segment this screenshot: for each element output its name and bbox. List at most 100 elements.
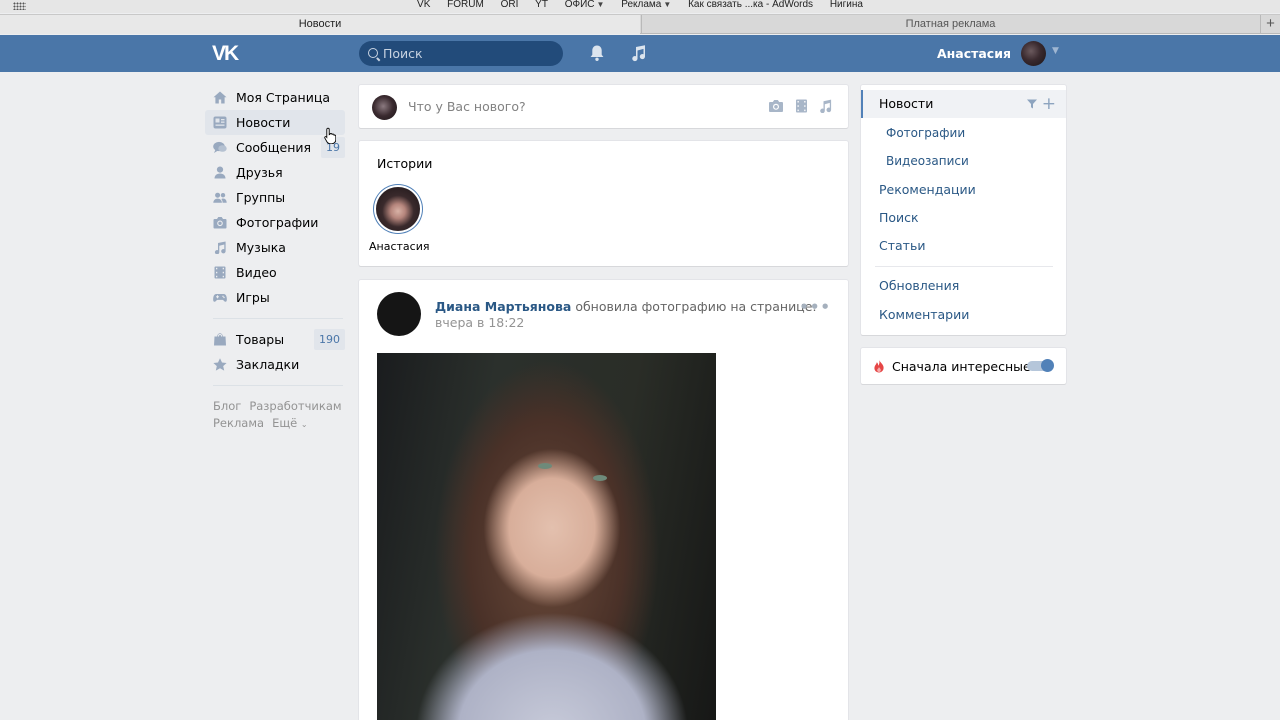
search-input[interactable]: [383, 41, 559, 66]
interesting-first-label: Сначала интересные: [892, 359, 1031, 374]
filter-photos[interactable]: Фотографии: [861, 119, 1066, 147]
browser-tab-paid-ads[interactable]: Платная реклама: [641, 15, 1259, 34]
bookmarks-bar: VK FORUM ORI YT ОФИС ▼ Реклама ▼ Как связа…: [0, 0, 1280, 13]
story-item[interactable]: Анастасия: [369, 187, 430, 253]
sidebar-item-games[interactable]: Игры: [205, 285, 345, 310]
chevron-down-icon: ▼: [663, 0, 672, 9]
hand-cursor-icon: [324, 127, 336, 144]
my-avatar-small: [372, 95, 397, 120]
sidebar-item-friends[interactable]: Друзья: [205, 160, 345, 185]
fire-icon: [874, 359, 884, 373]
camera-icon[interactable]: [768, 99, 784, 113]
sidebar-item-label: Игры: [236, 290, 270, 305]
sidebar-item-music[interactable]: Музыка: [205, 235, 345, 260]
camera-icon: [213, 217, 227, 229]
bookmark-vk[interactable]: VK: [417, 0, 430, 10]
filter-articles[interactable]: Статьи: [861, 232, 1066, 260]
browser-tab-strip: Новости Платная реклама +: [0, 14, 1280, 34]
filter-updates[interactable]: Обновления: [861, 272, 1066, 300]
sidebar-divider: [213, 385, 343, 386]
footer-more-label: Ещё: [272, 416, 298, 430]
video-icon[interactable]: [795, 99, 808, 113]
search-box[interactable]: [359, 41, 563, 66]
vk-logo[interactable]: VK: [212, 43, 242, 64]
post-timestamp[interactable]: вчера в 18:22: [435, 315, 817, 331]
bookmark-ori[interactable]: ORI: [501, 0, 519, 10]
footer-link-more[interactable]: Ещё ⌄: [272, 416, 308, 430]
browser-tab-news[interactable]: Новости: [0, 15, 640, 34]
bookmark-folder-ads[interactable]: Реклама ▼: [621, 0, 671, 10]
sidebar-item-label: Закладки: [236, 357, 300, 372]
search-icon: [368, 48, 378, 58]
sidebar-item-bookmarks[interactable]: Закладки: [205, 352, 345, 377]
new-post-placeholder[interactable]: Что у Вас нового?: [408, 99, 526, 114]
filter-comments[interactable]: Комментарии: [861, 301, 1066, 329]
music-icon: [214, 241, 226, 254]
news-filter-menu: Новости + Фотографии Видеозаписи Рекомен…: [861, 85, 1066, 335]
chevron-down-icon[interactable]: ▼: [1052, 46, 1059, 56]
post-author-avatar[interactable]: [377, 292, 421, 336]
stories-block: Истории Анастасия: [359, 141, 848, 266]
filter-icon[interactable]: [1027, 99, 1037, 109]
post-header: Диана Мартьянова обновила фотографию на …: [435, 299, 817, 331]
new-tab-plus-icon[interactable]: +: [1260, 15, 1280, 34]
add-plus-icon[interactable]: +: [1042, 90, 1056, 118]
sidebar-item-my-page[interactable]: Моя Страница: [205, 85, 345, 110]
user-avatar[interactable]: [1021, 41, 1046, 66]
bookmark-folder-ads-label: Реклама: [621, 0, 662, 10]
home-icon: [213, 91, 227, 104]
bookmark-forum[interactable]: FORUM: [447, 0, 484, 10]
filter-news[interactable]: Новости +: [861, 90, 1066, 118]
attachment-icons: [761, 99, 832, 114]
story-avatar[interactable]: [376, 187, 420, 231]
star-icon: [213, 358, 227, 371]
sidebar-item-label: Моя Страница: [236, 90, 330, 105]
news-icon: [213, 116, 227, 129]
filter-search[interactable]: Поиск: [861, 204, 1066, 232]
sidebar-item-groups[interactable]: Группы: [205, 185, 345, 210]
photo-detail: [593, 475, 607, 481]
menu-divider: [875, 266, 1053, 267]
sidebar-item-photos[interactable]: Фотографии: [205, 210, 345, 235]
post-author-link[interactable]: Диана Мартьянова: [435, 299, 571, 314]
more-options-icon[interactable]: •••: [799, 298, 831, 316]
friend-icon: [214, 166, 226, 179]
bookmark-yt[interactable]: YT: [535, 0, 548, 10]
post-action-text: обновила фотографию на странице:: [575, 299, 817, 314]
interesting-first-block[interactable]: Сначала интересные: [861, 348, 1066, 384]
messages-icon: [213, 141, 227, 153]
bookmark-folder-office[interactable]: ОФИС ▼: [565, 0, 605, 10]
bookmarks-list: VK FORUM ORI YT ОФИС ▼ Реклама ▼ Как связа…: [0, 0, 1280, 10]
post-photo[interactable]: [377, 353, 716, 720]
sidebar-item-video[interactable]: Видео: [205, 260, 345, 285]
sidebar-item-label: Товары: [236, 332, 285, 347]
sidebar-divider: [213, 318, 343, 319]
video-icon: [214, 266, 226, 279]
bag-icon: [214, 333, 226, 346]
story-name: Анастасия: [369, 240, 430, 253]
footer-link-blog[interactable]: Блог: [213, 399, 241, 413]
bookmark-nigina[interactable]: Нигина: [830, 0, 863, 10]
chevron-down-icon: ⌄: [300, 420, 308, 429]
bell-icon[interactable]: [589, 44, 605, 62]
sidebar-item-label: Новости: [236, 115, 291, 130]
feed-post: Диана Мартьянова обновила фотографию на …: [359, 280, 848, 720]
filter-news-label: Новости: [879, 96, 934, 111]
groups-icon: [213, 192, 227, 203]
interesting-first-toggle[interactable]: [1027, 359, 1054, 372]
user-name[interactable]: Анастасия: [920, 46, 1011, 61]
sidebar-item-label: Видео: [236, 265, 277, 280]
top-header: VK Анастасия ▼: [0, 35, 1280, 72]
sidebar-item-goods[interactable]: Товары 190: [205, 327, 345, 352]
bookmark-adwords[interactable]: Как связать ...ка - AdWords: [688, 0, 813, 10]
sidebar-item-label: Сообщения: [236, 140, 312, 155]
sidebar-item-label: Друзья: [236, 165, 283, 180]
footer-link-ads[interactable]: Реклама: [213, 416, 264, 430]
music-icon[interactable]: [819, 99, 832, 114]
filter-videos[interactable]: Видеозаписи: [861, 147, 1066, 175]
footer-link-developers[interactable]: Разработчикам: [249, 399, 341, 413]
filter-recommendations[interactable]: Рекомендации: [861, 176, 1066, 204]
music-note-icon[interactable]: [630, 44, 646, 62]
chevron-down-icon: ▼: [596, 0, 605, 9]
new-post-box[interactable]: Что у Вас нового?: [359, 85, 848, 128]
